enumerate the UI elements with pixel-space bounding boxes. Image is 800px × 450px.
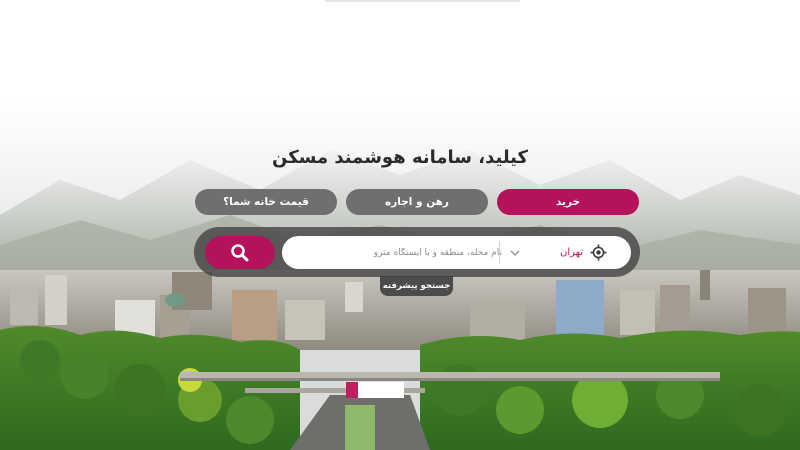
chevron-down-icon[interactable] <box>508 246 522 260</box>
search-button[interactable] <box>205 236 275 269</box>
field-divider <box>499 241 500 264</box>
search-icon <box>231 243 249 261</box>
city-selector[interactable]: تهران <box>560 236 583 269</box>
tab-rent-mortgage[interactable]: رهن و اجاره <box>346 189 488 215</box>
tab-home-price[interactable]: قیمت خانه شما؟ <box>195 189 337 215</box>
tab-buy[interactable]: خرید <box>497 189 639 215</box>
crosshair-location-icon[interactable] <box>590 244 607 261</box>
tehran-cityscape-background <box>0 0 800 450</box>
search-field: تهران <box>282 236 631 269</box>
top-nav-stub <box>325 0 520 2</box>
advanced-search-toggle[interactable]: جستجو پیشرفته <box>380 276 453 296</box>
page-title: کیلید، سامانه هوشمند مسکن <box>272 147 528 168</box>
search-input[interactable] <box>292 236 502 269</box>
